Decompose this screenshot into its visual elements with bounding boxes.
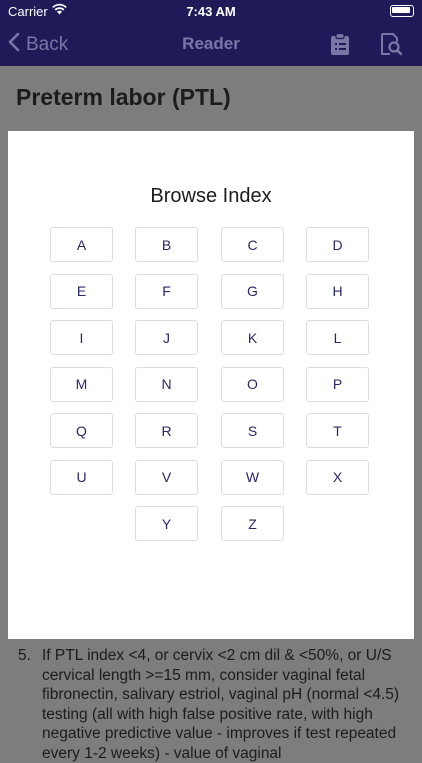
letter-button-b[interactable]: B <box>135 227 198 262</box>
letter-button-k[interactable]: K <box>221 320 284 355</box>
browse-index-modal: Browse Index ABCD EFGH IJKL MNOP QRST UVWX YZ <box>8 131 414 639</box>
letter-button-g[interactable]: G <box>221 273 284 309</box>
letter-button-c[interactable]: C <box>221 227 284 262</box>
letter-button-z[interactable]: Z <box>221 506 284 541</box>
letter-button-y[interactable]: Y <box>135 506 198 541</box>
list-item: 5. If PTL index <4, or cervix <2 cm dil … <box>18 646 408 763</box>
page-heading: Preterm labor (PTL) <box>16 84 231 110</box>
letter-button-d[interactable]: D <box>306 227 369 262</box>
letter-button-o[interactable]: O <box>221 366 284 402</box>
nav-title: Reader <box>182 34 240 53</box>
letter-button-r[interactable]: R <box>135 413 198 448</box>
letter-button-x[interactable]: X <box>306 459 369 495</box>
clipboard-icon[interactable] <box>329 32 351 56</box>
letter-button-s[interactable]: S <box>221 413 284 448</box>
status-time: 7:43 AM <box>186 4 236 19</box>
navigation-bar: Back Reader <box>0 22 422 66</box>
letter-button-n[interactable]: N <box>135 366 198 402</box>
letter-button-h[interactable]: H <box>306 273 369 309</box>
letter-button-i[interactable]: I <box>50 320 113 355</box>
status-bar: Carrier 7:43 AM <box>0 0 422 22</box>
modal-title: Browse Index <box>150 185 272 207</box>
letter-button-e[interactable]: E <box>50 273 113 309</box>
letter-button-t[interactable]: T <box>306 413 369 448</box>
list-item-number: 5. <box>18 647 31 664</box>
letter-button-j[interactable]: J <box>135 320 198 355</box>
document-search-icon[interactable] <box>380 32 403 56</box>
battery-icon <box>390 5 414 17</box>
letter-button-w[interactable]: W <box>221 459 284 495</box>
letter-button-l[interactable]: L <box>306 320 369 355</box>
letter-button-f[interactable]: F <box>135 273 198 309</box>
letter-button-u[interactable]: U <box>50 459 113 495</box>
letter-button-a[interactable]: A <box>50 227 113 262</box>
letter-button-m[interactable]: M <box>50 366 113 402</box>
letter-button-v[interactable]: V <box>135 459 198 495</box>
list-item-text: If PTL index <4, or cervix <2 cm dil & <… <box>42 647 400 762</box>
letter-button-q[interactable]: Q <box>50 413 113 448</box>
letter-button-p[interactable]: P <box>306 366 369 402</box>
